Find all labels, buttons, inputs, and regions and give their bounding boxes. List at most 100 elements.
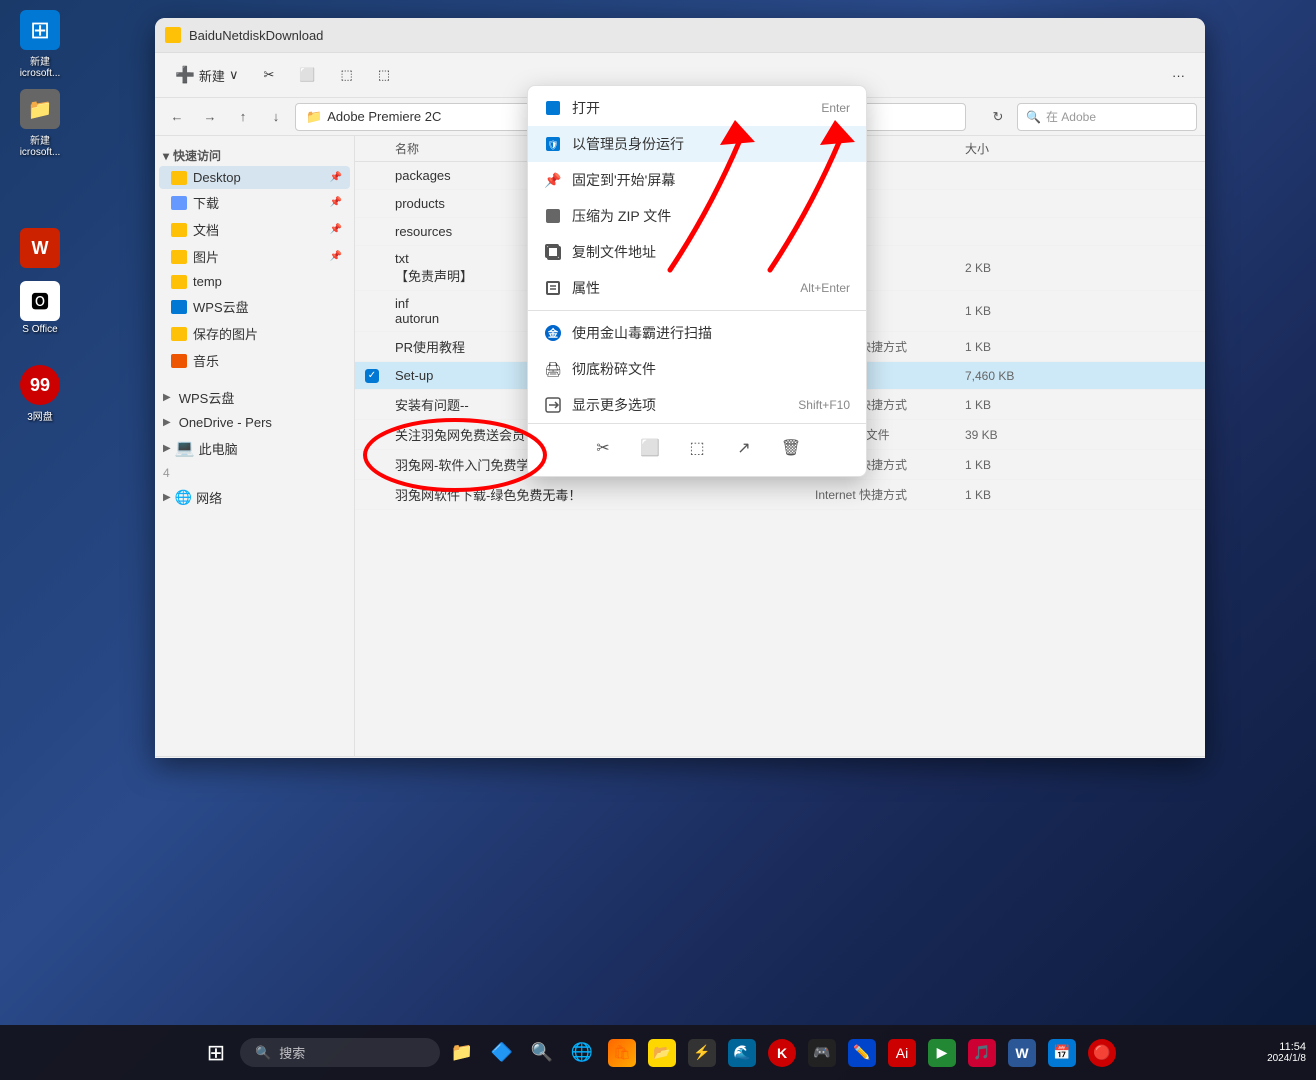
quick-access-label: 快速访问: [173, 147, 221, 164]
taskbar-edge[interactable]: 🌐: [564, 1035, 600, 1071]
taskbar-music[interactable]: 🎵: [964, 1035, 1000, 1071]
sidebar-item-wps[interactable]: WPS云盘: [159, 293, 350, 320]
row-checkbox[interactable]: ✓: [365, 369, 379, 383]
taskbar-app-wave[interactable]: 🌊: [724, 1035, 760, 1071]
ctx-share-btn[interactable]: ↗: [728, 432, 760, 464]
taskbar-app-pencil[interactable]: ✏️: [844, 1035, 880, 1071]
search-placeholder: 搜索: [279, 1043, 305, 1062]
chevron-icon: ▶: [163, 417, 171, 428]
windows-start-button[interactable]: ⊞: [196, 1033, 236, 1073]
paste-button[interactable]: ⬚: [331, 62, 363, 88]
taskbar-word[interactable]: W: [1004, 1035, 1040, 1071]
taskbar-right: 11:54 2024/1/8: [1267, 1041, 1306, 1064]
sidebar-item-desktop[interactable]: Desktop 📌: [159, 166, 350, 189]
sidebar-item-pictures[interactable]: 图片 📌: [159, 243, 350, 270]
ctx-more-options[interactable]: 显示更多选项 Shift+F10: [528, 387, 866, 423]
chevron-icon: ▶: [163, 392, 171, 403]
taskbar-file-explorer[interactable]: 📁: [444, 1035, 480, 1071]
ctx-divider: [528, 310, 866, 311]
desktop-icon-windows[interactable]: ⊞ 新建icrosoft...: [5, 10, 75, 79]
saved-pics-folder-icon: [171, 327, 187, 341]
sidebar-onedrive-expand[interactable]: ▶ OneDrive - Pers: [155, 411, 354, 434]
ctx-cut-btn[interactable]: ✂: [587, 432, 619, 464]
copy-icon: ⬜: [299, 67, 315, 83]
paste-icon: ⬚: [341, 67, 353, 83]
desktop-icon-office[interactable]: 🅾 S Office: [5, 281, 75, 335]
ctx-scan[interactable]: 金 使用金山毒霸进行扫描: [528, 315, 866, 351]
chevron-icon: ▶: [163, 443, 171, 454]
sidebar-item-music[interactable]: 音乐: [159, 347, 350, 374]
file-row[interactable]: 羽兔网软件下载-绿色免费无毒！ Internet 快捷方式 1 KB: [355, 480, 1205, 510]
ctx-copy-btn[interactable]: ⬜: [634, 432, 666, 464]
sidebar-item-saved-pics[interactable]: 保存的图片: [159, 320, 350, 347]
desktop-icon-99[interactable]: 99 3网盘: [5, 365, 75, 423]
sidebar-network-expand[interactable]: ▶ 🌐 网络: [155, 484, 354, 511]
taskbar-clock[interactable]: 11:54 2024/1/8: [1267, 1041, 1306, 1064]
taskbar-calendar[interactable]: 📅: [1044, 1035, 1080, 1071]
ctx-pin-start[interactable]: 📌 固定到'开始'屏幕: [528, 162, 866, 198]
taskbar-app-game[interactable]: 🎮: [804, 1035, 840, 1071]
desktop-icon-folder[interactable]: 📁 新建icrosoft...: [5, 89, 75, 158]
ctx-open[interactable]: 打开 Enter: [528, 90, 866, 126]
taskbar-store[interactable]: 🛍: [604, 1035, 640, 1071]
ctx-shred[interactable]: 🖨 彻底粉碎文件: [528, 351, 866, 387]
taskbar-app-play[interactable]: ▶: [924, 1035, 960, 1071]
statusbar: 11 个项目 选中 1 个项目 7.28 MB: [155, 756, 1205, 758]
new-button[interactable]: ➕ 新建 ∨: [165, 60, 248, 90]
clock-date: 2024/1/8: [1267, 1053, 1306, 1064]
this-pc-label: 此电脑: [199, 439, 238, 458]
cut-button[interactable]: ✂: [253, 62, 284, 88]
taskbar-center: ⊞ 🔍 搜索 📁 🔷 🔍 🌐 🛍 📂 ⚡ 🌊 K: [196, 1033, 1120, 1073]
scan-icon: 金: [544, 324, 562, 342]
admin-icon: 🛡: [544, 135, 562, 153]
refresh-button[interactable]: ↻: [984, 103, 1012, 131]
ctx-copy-path[interactable]: 复制文件地址: [528, 234, 866, 270]
ctx-zip[interactable]: 压缩为 ZIP 文件: [528, 198, 866, 234]
taskbar-app-search2[interactable]: 🔍: [524, 1035, 560, 1071]
desktop-icon-red[interactable]: W: [5, 228, 75, 271]
ctx-delete-btn[interactable]: 🗑: [775, 432, 807, 464]
taskbar: ⊞ 🔍 搜索 📁 🔷 🔍 🌐 🛍 📂 ⚡ 🌊 K: [0, 1025, 1316, 1080]
taskbar-app-k[interactable]: K: [764, 1035, 800, 1071]
back-button[interactable]: ←: [163, 103, 191, 131]
col-size[interactable]: 大小: [965, 140, 1095, 157]
taskbar-acrobat[interactable]: Ai: [884, 1035, 920, 1071]
ctx-paste-btn[interactable]: ⬚: [681, 432, 713, 464]
taskbar-search[interactable]: 🔍 搜索: [240, 1038, 440, 1067]
new-icon: ➕: [175, 65, 195, 85]
more-button[interactable]: ···: [1162, 63, 1195, 88]
clock-time: 11:54: [1267, 1041, 1306, 1053]
pin-icon: 📌: [330, 197, 342, 208]
temp-folder-icon: [171, 275, 187, 289]
sidebar-item-temp[interactable]: temp: [159, 270, 350, 293]
search-box[interactable]: 🔍 在 Adobe: [1017, 103, 1197, 131]
network-label: 网络: [196, 488, 222, 507]
zip-icon: [544, 207, 562, 225]
copy-button[interactable]: ⬜: [289, 62, 325, 88]
file-name-download-free: 羽兔网软件下载-绿色免费无毒！: [395, 485, 815, 504]
desktop-icon-area: ⊞ 新建icrosoft... 📁 新建icrosoft... W 🅾 S Of…: [0, 0, 80, 433]
more-options-icon: [544, 396, 562, 414]
taskbar-app-red[interactable]: 🔴: [1084, 1035, 1120, 1071]
this-pc-icon: 💻: [175, 438, 195, 458]
sidebar-item-download[interactable]: 下载 📌: [159, 189, 350, 216]
properties-icon: [544, 279, 562, 297]
forward-button[interactable]: →: [196, 103, 224, 131]
svg-text:金: 金: [547, 327, 559, 340]
pin-icon: 📌: [330, 224, 342, 235]
recent-button[interactable]: ↓: [262, 103, 290, 131]
taskbar-file-manager2[interactable]: 📂: [644, 1035, 680, 1071]
sidebar-this-pc-expand[interactable]: ▶ 💻 此电脑: [155, 434, 354, 462]
open-icon: [544, 99, 562, 117]
rename-button[interactable]: ⬚: [368, 62, 400, 88]
ctx-properties[interactable]: 属性 Alt+Enter: [528, 270, 866, 306]
download-folder-icon: [171, 196, 187, 210]
taskbar-app-arrow[interactable]: 🔷: [484, 1035, 520, 1071]
title-folder-icon: [165, 27, 181, 43]
sidebar-item-docs[interactable]: 文档 📌: [159, 216, 350, 243]
search-icon: 🔍: [1026, 110, 1041, 124]
sidebar-wps-expand[interactable]: ▶ WPS云盘: [155, 384, 354, 411]
taskbar-app-arc[interactable]: ⚡: [684, 1035, 720, 1071]
up-button[interactable]: ↑: [229, 103, 257, 131]
ctx-run-as-admin[interactable]: 🛡 以管理员身份运行: [528, 126, 866, 162]
